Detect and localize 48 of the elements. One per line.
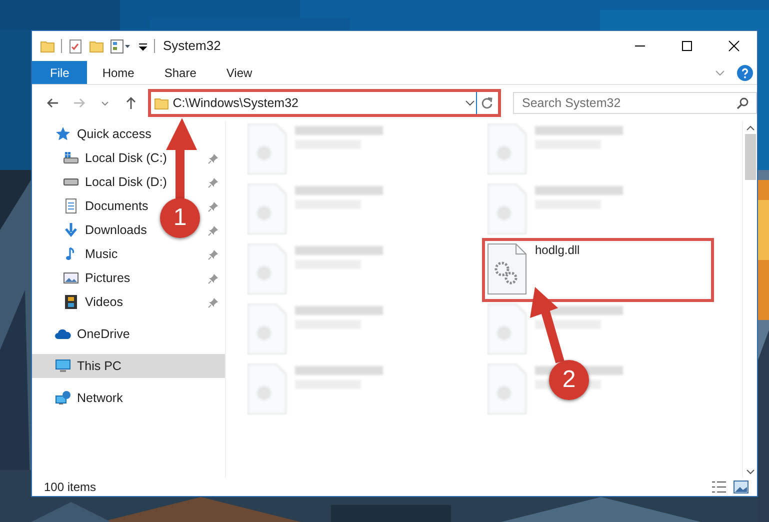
file-name: hodlg.dll [535, 243, 580, 257]
dll-file-icon [487, 243, 527, 295]
document-icon [63, 198, 79, 214]
picture-icon [63, 270, 79, 286]
help-icon[interactable] [737, 64, 753, 80]
scroll-down-icon[interactable] [746, 468, 754, 475]
folder-icon [40, 38, 55, 54]
film-icon [63, 294, 79, 310]
nav-item[interactable]: Videos [63, 290, 123, 314]
large-icons-view-icon[interactable] [733, 480, 749, 494]
search-icon [736, 97, 749, 110]
nav-item[interactable]: Music [63, 242, 118, 266]
nav-item[interactable]: Local Disk (C:) [63, 146, 167, 170]
nav-item[interactable]: OneDrive [55, 322, 130, 346]
nav-item[interactable]: Network [55, 386, 123, 410]
scroll-up-icon[interactable] [746, 125, 754, 132]
address-text[interactable]: C:\Windows\System32 [172, 94, 298, 112]
nav-item[interactable]: Downloads [63, 218, 147, 242]
ribbon-tab[interactable]: Share [149, 61, 212, 84]
drive-icon [63, 178, 79, 186]
ribbon-tab[interactable]: Home [87, 61, 150, 84]
item-count: 100 items [44, 479, 96, 496]
file-item[interactable]: hodlg.dll [485, 241, 711, 299]
nav-item[interactable]: Documents [63, 194, 148, 218]
ribbon-tab[interactable]: File [32, 61, 88, 84]
properties-icon[interactable] [110, 38, 132, 54]
drive-icon [63, 150, 79, 166]
checklist-icon[interactable] [68, 38, 83, 54]
close-icon [728, 40, 740, 52]
chevron-icon[interactable] [715, 68, 725, 76]
folder-icon [154, 96, 169, 110]
details-view-icon[interactable] [711, 480, 727, 494]
window-title: System32 [163, 37, 221, 56]
ribbon-tab[interactable]: View [211, 61, 268, 84]
nav-item[interactable]: Quick access [55, 122, 152, 146]
maximize-icon [680, 40, 692, 52]
search-field[interactable]: Search System32 [512, 92, 757, 114]
download-icon [63, 222, 79, 238]
nav-item[interactable]: Local Disk (D:) [63, 170, 167, 194]
address-bar[interactable]: C:\Windows\System32 [148, 89, 501, 117]
nav-item[interactable]: Pictures [63, 266, 130, 290]
refresh-icon [480, 96, 494, 110]
monitor-icon [55, 358, 71, 374]
network-icon [55, 390, 71, 406]
star-icon [55, 126, 71, 142]
recent-locations-icon [100, 100, 109, 106]
scroll-thumb[interactable] [744, 134, 756, 180]
nav-item[interactable]: This PC [32, 354, 225, 378]
